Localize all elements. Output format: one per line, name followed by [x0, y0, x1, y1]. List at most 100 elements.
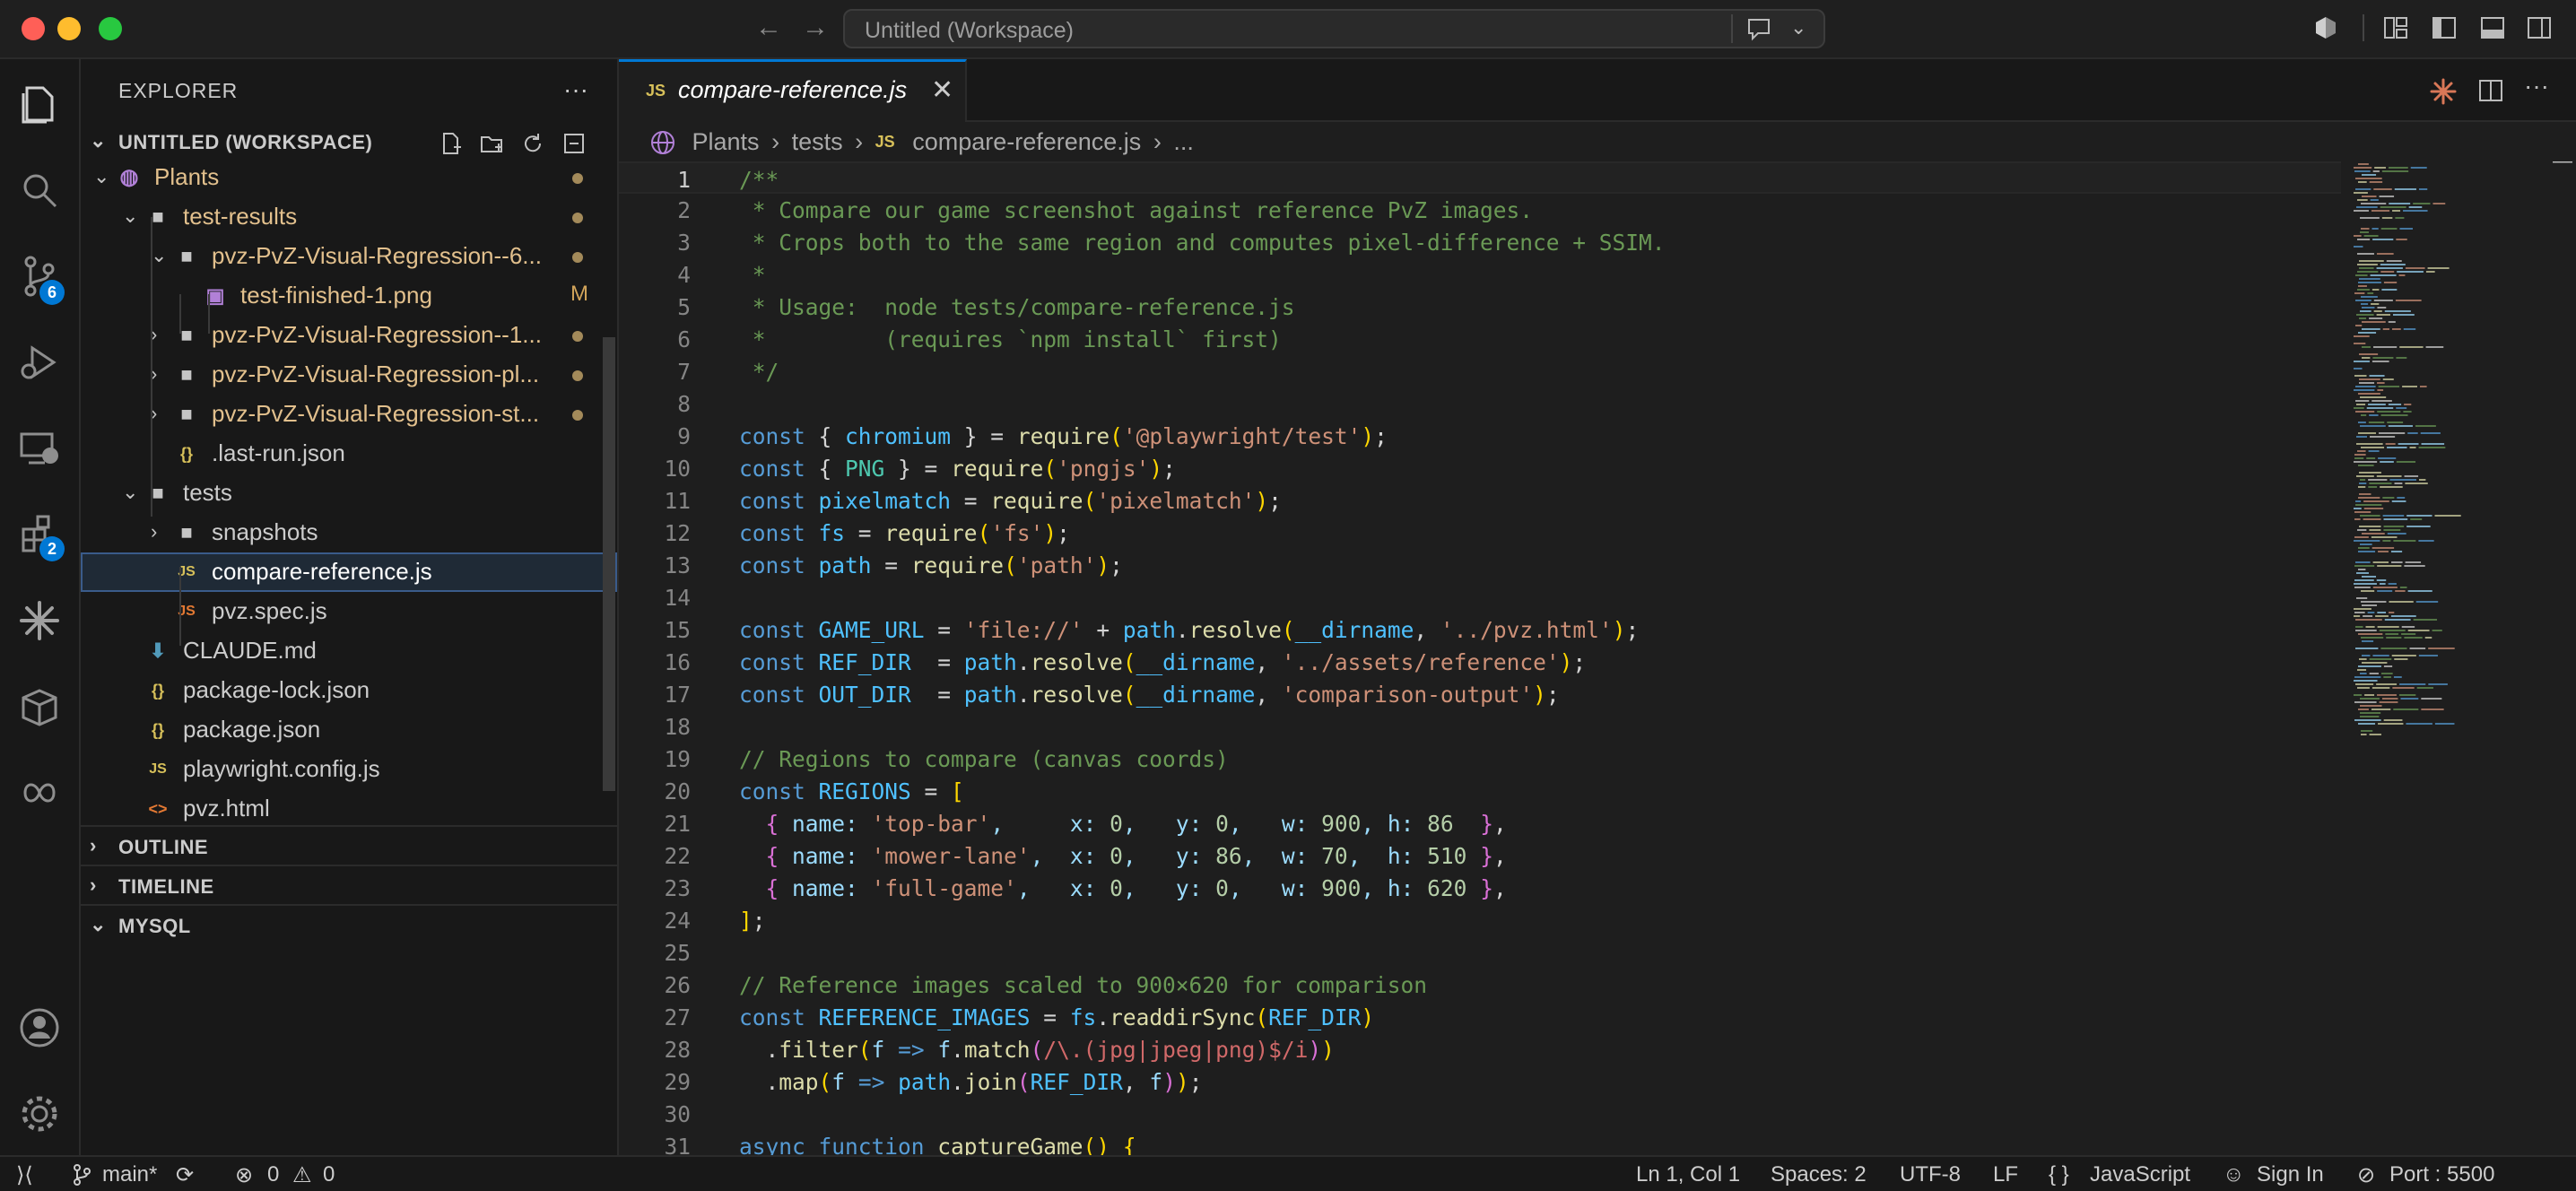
error-count[interactable]: 0 — [267, 1162, 279, 1187]
toggle-primary-sidebar-icon[interactable] — [2431, 14, 2458, 41]
tree-item[interactable]: ▣ test-finished-1.png M — [81, 276, 617, 316]
timeline-section[interactable]: › TIMELINE — [81, 865, 617, 906]
tree-item[interactable]: › ■ pvz-PvZ-Visual-Regression-st... — [81, 395, 617, 434]
explorer-files-icon[interactable] — [16, 81, 63, 127]
live-server-port[interactable]: Port : 5500 — [2389, 1162, 2494, 1187]
code-line[interactable]: 8 — [619, 387, 2341, 420]
database-icon[interactable] — [16, 683, 63, 730]
tree-item[interactable]: › ■ pvz-PvZ-Visual-Regression-pl... — [81, 355, 617, 395]
tree-item[interactable]: › ■ snapshots — [81, 513, 617, 552]
forward-arrow-icon[interactable]: → — [802, 13, 829, 43]
tree-item[interactable]: ⬇ CLAUDE.md — [81, 631, 617, 671]
code-line[interactable]: 18 — [619, 710, 2341, 743]
tree-item[interactable]: <> pvz.html — [81, 789, 617, 829]
code-line[interactable]: 24]; — [619, 904, 2341, 936]
code-line[interactable]: 7 */ — [619, 355, 2341, 387]
language-mode[interactable]: JavaScript — [2090, 1162, 2190, 1187]
end-of-line[interactable]: LF — [1993, 1162, 2018, 1187]
code-line[interactable]: 25 — [619, 936, 2341, 969]
git-branch[interactable]: main* — [102, 1162, 157, 1187]
warning-count[interactable]: 0 — [323, 1162, 335, 1187]
tree-item[interactable]: {} package-lock.json — [81, 671, 617, 710]
code-line[interactable]: 21 { name: 'top-bar', x: 0, y: 0, w: 900… — [619, 807, 2341, 839]
chat-icon[interactable] — [1745, 16, 1774, 43]
close-tab-icon[interactable]: ✕ — [931, 74, 953, 106]
tree-item[interactable]: ⌄ ■ tests — [81, 474, 617, 513]
code-line[interactable]: 17 const OUT_DIR = path.resolve(__dirname… — [619, 678, 2341, 710]
code-line[interactable]: 3 * Crops both to the same region and co… — [619, 226, 2341, 258]
customize-layout-icon[interactable] — [2382, 14, 2409, 41]
tree-item[interactable]: › ■ pvz-PvZ-Visual-Regression--1... — [81, 316, 617, 355]
breadcrumb-symbols[interactable]: ... — [1173, 128, 1194, 156]
code-line[interactable]: 23 { name: 'full-game', x: 0, y: 0, w: 9… — [619, 872, 2341, 904]
tab-compare-reference[interactable]: JS compare-reference.js ✕ — [619, 59, 967, 122]
code-line[interactable]: 9 const { chromium } = require('@playwrig… — [619, 420, 2341, 452]
tree-item[interactable]: ⌄ ◍ Plants — [81, 158, 617, 197]
toggle-secondary-sidebar-icon[interactable] — [2526, 14, 2553, 41]
minimize-window-button[interactable] — [57, 17, 81, 40]
code-line[interactable]: 4 * — [619, 258, 2341, 291]
code-line[interactable]: 29 .map(f => path.join(REF_DIR, f)); — [619, 1065, 2341, 1098]
claude-icon[interactable] — [16, 597, 63, 644]
code-line[interactable]: 30 — [619, 1098, 2341, 1130]
code-line[interactable]: 28 .filter(f => f.match(/\.(jpg|jpeg|png… — [619, 1033, 2341, 1065]
code-line[interactable]: 11 const pixelmatch = require('pixelmatch… — [619, 484, 2341, 517]
code-line[interactable]: 10 const { PNG } = require('pngjs'); — [619, 452, 2341, 484]
run-debug-icon[interactable] — [16, 339, 63, 386]
sync-icon[interactable]: ⟳ — [176, 1162, 194, 1188]
tree-item[interactable]: JS playwright.config.js — [81, 750, 617, 789]
chevron-down-icon[interactable]: ⌄ — [1790, 16, 1806, 39]
account-icon[interactable] — [16, 1004, 63, 1051]
cursor-position[interactable]: Ln 1, Col 1 — [1636, 1162, 1740, 1187]
tree-item[interactable]: JS pvz.spec.js — [81, 592, 617, 631]
outline-section[interactable]: › OUTLINE — [81, 825, 617, 866]
gitlens-icon[interactable] — [16, 769, 63, 816]
code-line[interactable]: 31 async function captureGame() { — [619, 1130, 2341, 1155]
command-center[interactable]: Untitled (Workspace) ⌄ — [843, 9, 1825, 48]
minimap[interactable] — [2341, 161, 2574, 1155]
mysql-section[interactable]: ⌄ MYSQL — [81, 904, 617, 945]
more-actions-icon[interactable]: ··· — [2524, 72, 2549, 100]
remote-icon[interactable]: ⟩⟨ — [16, 1162, 33, 1188]
claude-code-icon[interactable] — [2429, 77, 2458, 106]
back-arrow-icon[interactable]: ← — [755, 13, 782, 43]
code-line[interactable]: 13 const path = require('path'); — [619, 549, 2341, 581]
code-line[interactable]: 2 * Compare our game screenshot against … — [619, 194, 2341, 226]
code-line[interactable]: 6 * (requires `npm install` first) — [619, 323, 2341, 355]
workspace-header[interactable]: ⌄ UNTITLED (WORKSPACE) — [81, 122, 617, 161]
new-file-icon[interactable] — [438, 131, 463, 156]
maximize-window-button[interactable] — [99, 17, 122, 40]
toggle-panel-icon[interactable] — [2479, 14, 2506, 41]
split-editor-icon[interactable] — [2477, 77, 2504, 104]
close-window-button[interactable] — [22, 17, 45, 40]
refresh-icon[interactable] — [520, 131, 545, 156]
tree-item[interactable]: {} package.json — [81, 710, 617, 750]
code-line[interactable]: 1 /** — [619, 161, 2341, 194]
code-line[interactable]: 15 const GAME_URL = 'file://' + path.reso… — [619, 613, 2341, 646]
copilot-icon[interactable] — [2312, 14, 2339, 41]
code-line[interactable]: 22 { name: 'mower-lane', x: 0, y: 86, w:… — [619, 839, 2341, 872]
sidebar-scrollbar[interactable] — [603, 337, 615, 791]
tree-item[interactable]: ⌄ ■ pvz-PvZ-Visual-Regression--6... — [81, 237, 617, 276]
breadcrumb-plants[interactable]: Plants — [692, 128, 760, 156]
settings-gear-icon[interactable] — [16, 1091, 63, 1137]
new-folder-icon[interactable] — [479, 131, 504, 156]
indentation[interactable]: Spaces: 2 — [1771, 1162, 1867, 1187]
code-line[interactable]: 20 const REGIONS = [ — [619, 775, 2341, 807]
search-icon[interactable] — [16, 167, 63, 213]
code-line[interactable]: 12 const fs = require('fs'); — [619, 517, 2341, 549]
encoding[interactable]: UTF-8 — [1900, 1162, 1961, 1187]
collapse-all-icon[interactable] — [561, 131, 587, 156]
code-line[interactable]: 16 const REF_DIR = path.resolve(__dirname… — [619, 646, 2341, 678]
code-line[interactable]: 26 // Reference images scaled to 900×620 … — [619, 969, 2341, 1001]
tree-item[interactable]: {} .last-run.json — [81, 434, 617, 474]
more-actions-icon[interactable]: ··· — [563, 75, 588, 104]
sign-in[interactable]: Sign In — [2257, 1162, 2324, 1187]
remote-explorer-icon[interactable] — [16, 425, 63, 472]
breadcrumb-file[interactable]: compare-reference.js — [912, 128, 1141, 156]
code-line[interactable]: 27 const REFERENCE_IMAGES = fs.readdirSyn… — [619, 1001, 2341, 1033]
code-line[interactable]: 5 * Usage: node tests/compare-reference.… — [619, 291, 2341, 323]
tree-item[interactable]: ⌄ ■ test-results — [81, 197, 617, 237]
code-line[interactable]: 19 // Regions to compare (canvas coords) — [619, 743, 2341, 775]
tree-item[interactable]: JS compare-reference.js — [81, 552, 617, 592]
